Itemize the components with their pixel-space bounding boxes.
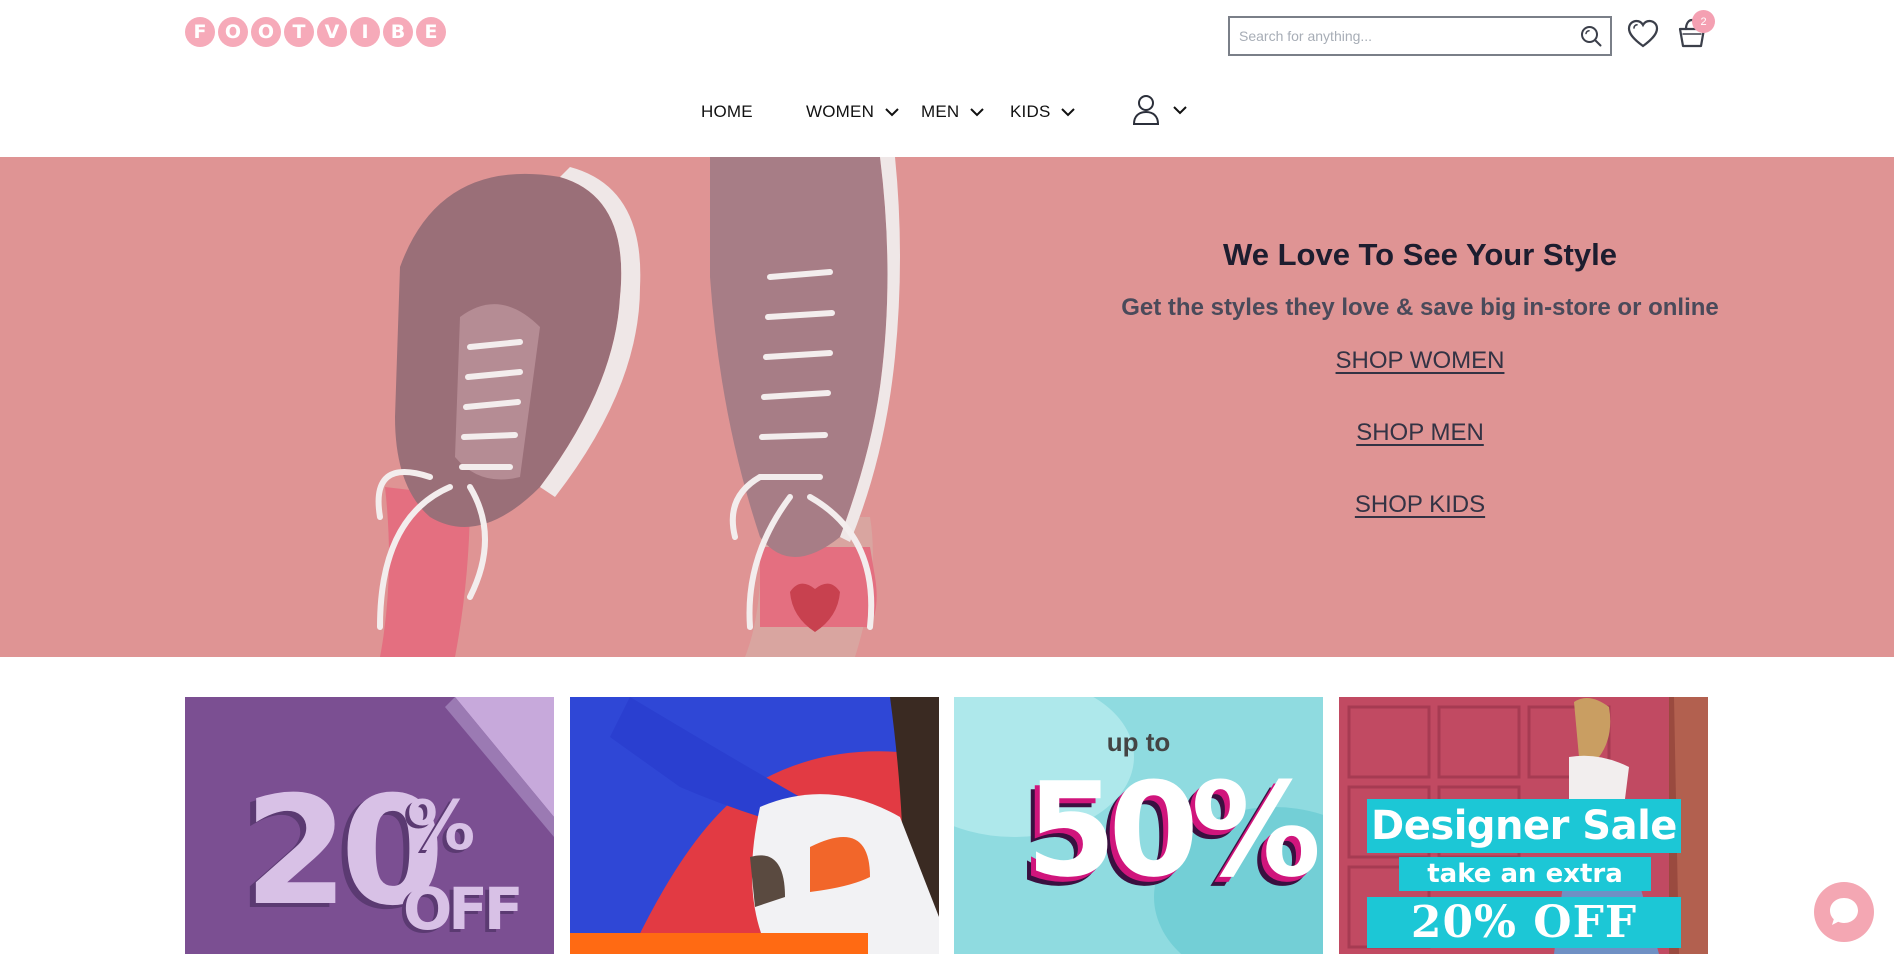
hero-text-block: We Love To See Your Style Get the styles…: [1040, 157, 1800, 657]
logo-letter: B: [383, 17, 413, 47]
hero-title: We Love To See Your Style: [1223, 237, 1617, 272]
promo-20-percent: %: [407, 787, 476, 866]
hero-sneakers-image: [375, 157, 900, 657]
nav-women-label: WOMEN: [806, 102, 875, 121]
promo-tile-20-off[interactable]: 20 % OFF: [185, 697, 554, 954]
nav-men-label: MEN: [921, 102, 960, 121]
nav-kids-label: KIDS: [1010, 102, 1051, 121]
nav-men[interactable]: MEN: [921, 96, 985, 128]
designer-sale-subtitle: take an extra: [1399, 857, 1651, 891]
search-icon[interactable]: [1572, 18, 1610, 54]
search-bar: [1228, 16, 1612, 56]
user-icon: [1132, 95, 1160, 125]
logo-letter: V: [317, 17, 347, 47]
promo-tile-designer-sale[interactable]: Designer Sale take an extra 20% OFF: [1339, 697, 1708, 954]
nav-home-label: HOME: [701, 102, 753, 121]
nav-women[interactable]: WOMEN: [806, 96, 900, 128]
shop-women-link[interactable]: SHOP WOMEN: [1040, 347, 1800, 375]
nav-home[interactable]: HOME: [701, 96, 753, 128]
promo-tile-sneaker[interactable]: [570, 697, 939, 954]
chevron-down-icon: [970, 108, 985, 117]
logo-letter: O: [251, 17, 281, 47]
heart-icon[interactable]: [1626, 18, 1660, 50]
logo-letter: F: [185, 17, 215, 47]
search-input[interactable]: [1230, 18, 1572, 54]
brand-logo[interactable]: F O O T V I B E: [185, 17, 446, 47]
chat-button[interactable]: [1814, 882, 1874, 942]
hero-subtitle: Get the styles they love & save big in-s…: [1121, 294, 1719, 321]
promo-20-off-label: OFF: [403, 875, 524, 943]
promo-tile-50-off[interactable]: up to 50%: [954, 697, 1323, 954]
designer-sale-title: Designer Sale: [1367, 799, 1681, 853]
chevron-down-icon: [1173, 106, 1187, 115]
shop-kids-link[interactable]: SHOP KIDS: [1040, 491, 1800, 519]
logo-letter: O: [218, 17, 248, 47]
promo-tiles: 20 % OFF up to 50% Designer Sale take an…: [185, 697, 1708, 954]
nav-kids[interactable]: KIDS: [1010, 96, 1076, 128]
logo-letter: E: [416, 17, 446, 47]
chat-icon: [1830, 898, 1858, 925]
cart-count-badge: 2: [1692, 10, 1715, 33]
logo-letter: T: [284, 17, 314, 47]
chevron-down-icon: [1061, 108, 1076, 117]
sneaker-promo-image: [570, 697, 939, 954]
designer-sale-offer: 20% OFF: [1367, 897, 1681, 948]
shop-men-link[interactable]: SHOP MEN: [1040, 419, 1800, 447]
promo-50-percent: 50%: [1026, 754, 1321, 906]
hero-banner: We Love To See Your Style Get the styles…: [0, 157, 1894, 657]
account-menu[interactable]: [1132, 94, 1188, 126]
logo-letter: I: [350, 17, 380, 47]
chevron-down-icon: [885, 108, 899, 117]
main-nav: HOME WOMEN MEN KIDS: [0, 94, 1894, 128]
site-header: F O O T V I B E 2 HO: [0, 0, 1894, 157]
